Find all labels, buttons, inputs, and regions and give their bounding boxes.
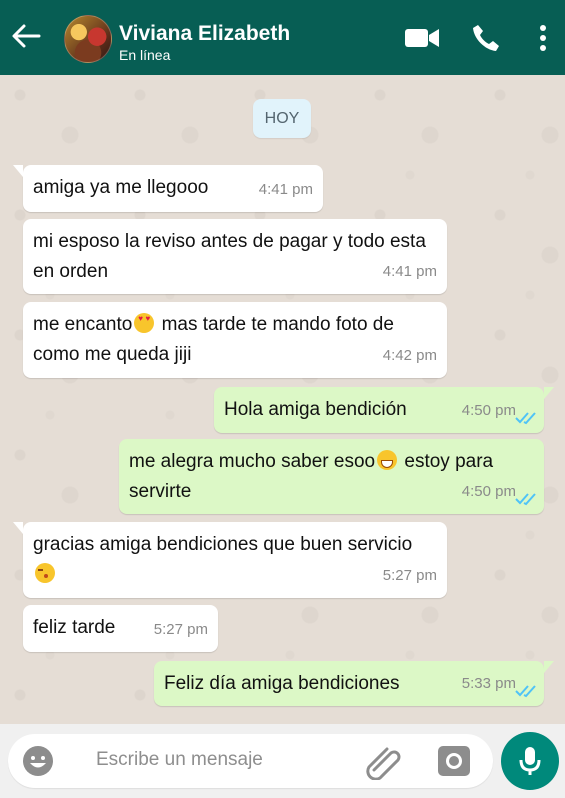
- incoming-message[interactable]: me encanto mas tarde te mando foto de co…: [23, 302, 447, 378]
- message-time: 4:50 pm: [461, 402, 516, 419]
- message-time: 4:41 pm: [382, 263, 437, 280]
- outgoing-message[interactable]: Feliz día amiga bendiciones 5:33 pm: [154, 661, 554, 706]
- message-time: 5:27 pm: [382, 567, 437, 584]
- camera-icon[interactable]: [436, 744, 472, 778]
- message-time: 5:27 pm: [153, 621, 208, 638]
- video-call-icon[interactable]: [404, 26, 440, 50]
- emoji-icon[interactable]: [21, 744, 55, 778]
- attachment-icon[interactable]: [364, 744, 402, 780]
- contact-avatar[interactable]: [64, 15, 112, 63]
- chat-header: Viviana Elizabeth En línea: [0, 0, 565, 75]
- outgoing-message[interactable]: Hola amiga bendición 4:50 pm: [214, 387, 554, 433]
- incoming-message[interactable]: gracias amiga bendiciones que buen servi…: [13, 522, 447, 598]
- incoming-message[interactable]: amiga ya me llegooo 4:41 pm: [13, 165, 323, 212]
- incoming-message[interactable]: feliz tarde 5:27 pm: [23, 605, 218, 652]
- message-text: mi esposo la reviso antes de pagar y tod…: [33, 231, 432, 282]
- phone-call-icon[interactable]: [470, 22, 502, 54]
- message-text: gracias amiga bendiciones que buen servi…: [33, 530, 435, 590]
- message-time: 4:41 pm: [258, 181, 313, 198]
- outgoing-message[interactable]: me alegra mucho saber esoo estoy para se…: [119, 439, 544, 514]
- back-arrow-icon[interactable]: [10, 22, 42, 50]
- read-receipt-icon: [515, 493, 536, 506]
- microphone-icon: [519, 747, 541, 775]
- incoming-message[interactable]: mi esposo la reviso antes de pagar y tod…: [23, 219, 447, 294]
- message-text: me encanto mas tarde te mando foto de co…: [33, 310, 435, 370]
- contact-name[interactable]: Viviana Elizabeth: [119, 22, 290, 46]
- microphone-button[interactable]: [501, 732, 559, 790]
- message-input-placeholder[interactable]: Escribe un mensaje: [96, 749, 263, 771]
- read-receipt-icon: [515, 685, 536, 698]
- message-time: 5:33 pm: [461, 675, 516, 692]
- day-separator: HOY: [253, 99, 311, 138]
- message-time: 4:50 pm: [461, 483, 516, 500]
- grinning-emoji: [377, 450, 398, 470]
- kiss-emoji: [35, 563, 55, 583]
- contact-status: En línea: [119, 47, 171, 63]
- message-time: 4:42 pm: [382, 347, 437, 364]
- more-vertical-icon[interactable]: [533, 23, 553, 53]
- heart-eyes-emoji: [134, 313, 155, 333]
- read-receipt-icon: [515, 412, 536, 425]
